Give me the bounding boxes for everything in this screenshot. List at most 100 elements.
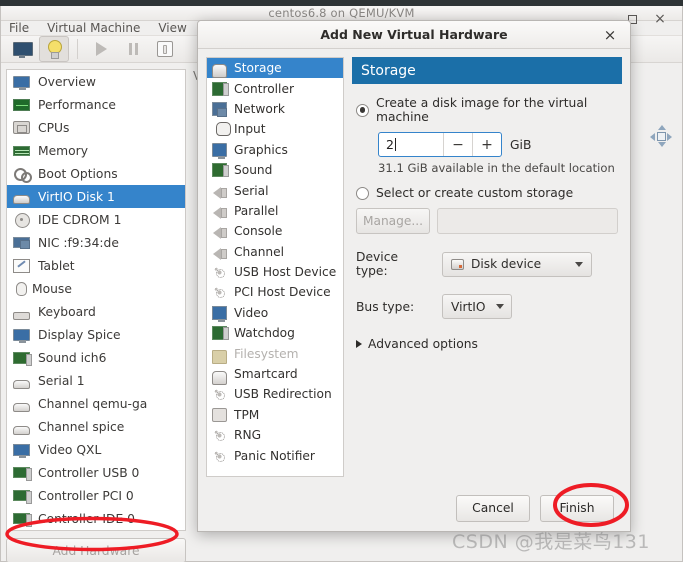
disk-size-spinner[interactable]: 2 − + — [378, 132, 502, 157]
bus-type-select[interactable]: VirtIO — [442, 294, 512, 319]
create-disk-image-option[interactable]: Create a disk image for the virtual mach… — [356, 96, 618, 124]
device-item-parallel[interactable]: Parallel — [207, 201, 343, 221]
device-item-usb-host-device[interactable]: USB Host Device — [207, 262, 343, 282]
close-icon[interactable]: × — [652, 11, 668, 27]
serial-icon — [212, 224, 227, 240]
sidebar-item-cpus[interactable]: CPUs — [7, 116, 185, 139]
device-item-input[interactable]: Input — [207, 119, 343, 139]
disk-device-icon — [451, 258, 464, 270]
sidebar-item-keyboard[interactable]: Keyboard — [7, 300, 185, 323]
device-type-list[interactable]: Storage Controller Network Input Graphic… — [206, 57, 344, 477]
device-item-video[interactable]: Video — [207, 303, 343, 323]
available-space-note: 31.1 GiB available in the default locati… — [378, 161, 615, 175]
sidebar-item-virtio-disk-1[interactable]: VirtIO Disk 1 — [7, 185, 185, 208]
storage-path-input[interactable] — [437, 208, 618, 234]
storage-icon — [212, 64, 227, 79]
device-item-label: Graphics — [234, 142, 288, 157]
device-item-watchdog[interactable]: Watchdog — [207, 323, 343, 343]
device-type-value: Disk device — [471, 257, 542, 271]
sidebar-item-controller-usb-0[interactable]: Controller USB 0 — [7, 461, 185, 484]
network-icon — [13, 237, 30, 249]
sidebar-item-performance[interactable]: Performance — [7, 93, 185, 116]
sound-icon — [13, 351, 32, 366]
sidebar-item-label: Keyboard — [38, 304, 96, 319]
radio-icon[interactable] — [356, 103, 369, 117]
device-type-select[interactable]: Disk device — [442, 251, 592, 277]
sidebar-item-mouse[interactable]: Mouse — [7, 277, 185, 300]
sidebar-item-memory[interactable]: Memory — [7, 139, 185, 162]
disk-icon — [13, 195, 30, 204]
device-item-tpm[interactable]: TPM — [207, 405, 343, 425]
sidebar-item-label: Controller PCI 0 — [38, 488, 134, 503]
menu-view[interactable]: View — [158, 21, 186, 35]
menu-file[interactable]: File — [9, 21, 29, 35]
sidebar-item-controller-ide-0[interactable]: Controller IDE 0 — [7, 507, 185, 530]
memory-icon — [13, 145, 30, 156]
device-item-console[interactable]: Console — [207, 221, 343, 241]
device-item-pci-host-device[interactable]: PCI Host Device — [207, 282, 343, 302]
chevron-down-icon — [575, 261, 583, 267]
keyboard-icon — [13, 311, 30, 320]
disk-size-input[interactable]: 2 — [379, 133, 443, 156]
sidebar-item-label: Sound ich6 — [38, 350, 107, 365]
sidebar-item-controller-pci-0[interactable]: Controller PCI 0 — [7, 484, 185, 507]
device-item-controller[interactable]: Controller — [207, 78, 343, 98]
disk-size-decrement-button[interactable]: − — [443, 133, 472, 156]
sidebar-item-tablet[interactable]: Tablet — [7, 254, 185, 277]
sidebar-item-channel-qemu-ga[interactable]: Channel qemu-ga — [7, 392, 185, 415]
device-item-storage[interactable]: Storage — [207, 58, 343, 79]
device-item-label: PCI Host Device — [234, 285, 331, 300]
pause-icon — [128, 43, 138, 55]
device-type-row: Device type: Disk device — [356, 250, 618, 278]
sidebar-item-label: Serial 1 — [38, 373, 85, 388]
device-item-label: Smartcard — [234, 367, 298, 382]
disk-size-row: 2 − + GiB — [378, 132, 618, 157]
shutdown-button[interactable] — [150, 36, 180, 62]
sidebar-item-label: NIC :f9:34:de — [38, 235, 119, 250]
sidebar-item-overview[interactable]: Overview — [7, 70, 185, 93]
monitor-icon — [13, 42, 33, 58]
disk-size-increment-button[interactable]: + — [472, 133, 501, 156]
device-item-graphics[interactable]: Graphics — [207, 140, 343, 160]
fit-to-screen-icon[interactable] — [650, 125, 672, 147]
add-hardware-button[interactable]: Add Hardware — [6, 538, 186, 562]
radio-icon[interactable] — [356, 186, 369, 200]
menu-virtual-machine[interactable]: Virtual Machine — [47, 21, 140, 35]
show-console-button[interactable] — [7, 36, 37, 62]
device-item-panic-notifier[interactable]: Panic Notifier — [207, 445, 343, 465]
storage-panel: Create a disk image for the virtual mach… — [352, 84, 622, 477]
sidebar-item-sound-ich6[interactable]: Sound ich6 — [7, 346, 185, 369]
device-item-usb-redirection[interactable]: USB Redirection — [207, 384, 343, 404]
device-item-smartcard[interactable]: Smartcard — [207, 364, 343, 386]
device-item-filesystem: Filesystem — [207, 343, 343, 364]
controller-icon — [13, 490, 32, 504]
device-item-channel[interactable]: Channel — [207, 242, 343, 262]
sidebar-item-video-qxl[interactable]: Video QXL — [7, 438, 185, 461]
pause-button[interactable] — [118, 36, 148, 62]
sidebar-item-display-spice[interactable]: Display Spice — [7, 323, 185, 346]
controller-icon — [212, 81, 229, 96]
main-window-title: centos6.8 on QEMU/KVM — [268, 6, 415, 20]
sidebar-item-serial-1[interactable]: Serial 1 — [7, 369, 185, 392]
sidebar-item-label: VirtIO Disk 1 — [38, 189, 115, 204]
sidebar-item-boot-options[interactable]: Boot Options — [7, 162, 185, 185]
hardware-list[interactable]: Overview Performance CPUs Memory Boot Op… — [6, 69, 186, 531]
manage-button[interactable]: Manage... — [356, 208, 430, 234]
sidebar-item-label: Channel qemu-ga — [38, 396, 148, 411]
custom-storage-option[interactable]: Select or create custom storage — [356, 186, 618, 200]
device-item-serial[interactable]: Serial — [207, 180, 343, 200]
sidebar-item-channel-spice[interactable]: Channel spice — [7, 415, 185, 438]
device-item-network[interactable]: Network — [207, 99, 343, 119]
dialog-right-pane: Storage Create a disk image for the virt… — [352, 57, 622, 477]
device-item-sound[interactable]: Sound — [207, 160, 343, 180]
device-item-rng[interactable]: RNG — [207, 425, 343, 445]
show-details-button[interactable] — [39, 36, 69, 62]
cancel-button[interactable]: Cancel — [456, 494, 530, 522]
sidebar-item-ide-cdrom-1[interactable]: IDE CDROM 1 — [7, 208, 185, 231]
finish-button[interactable]: Finish — [540, 494, 614, 522]
advanced-options-expander[interactable]: Advanced options — [356, 337, 618, 351]
close-icon[interactable]: × — [602, 26, 618, 44]
device-type-label: Device type: — [356, 250, 399, 278]
run-button[interactable] — [86, 36, 116, 62]
sidebar-item-nic[interactable]: NIC :f9:34:de — [7, 231, 185, 254]
